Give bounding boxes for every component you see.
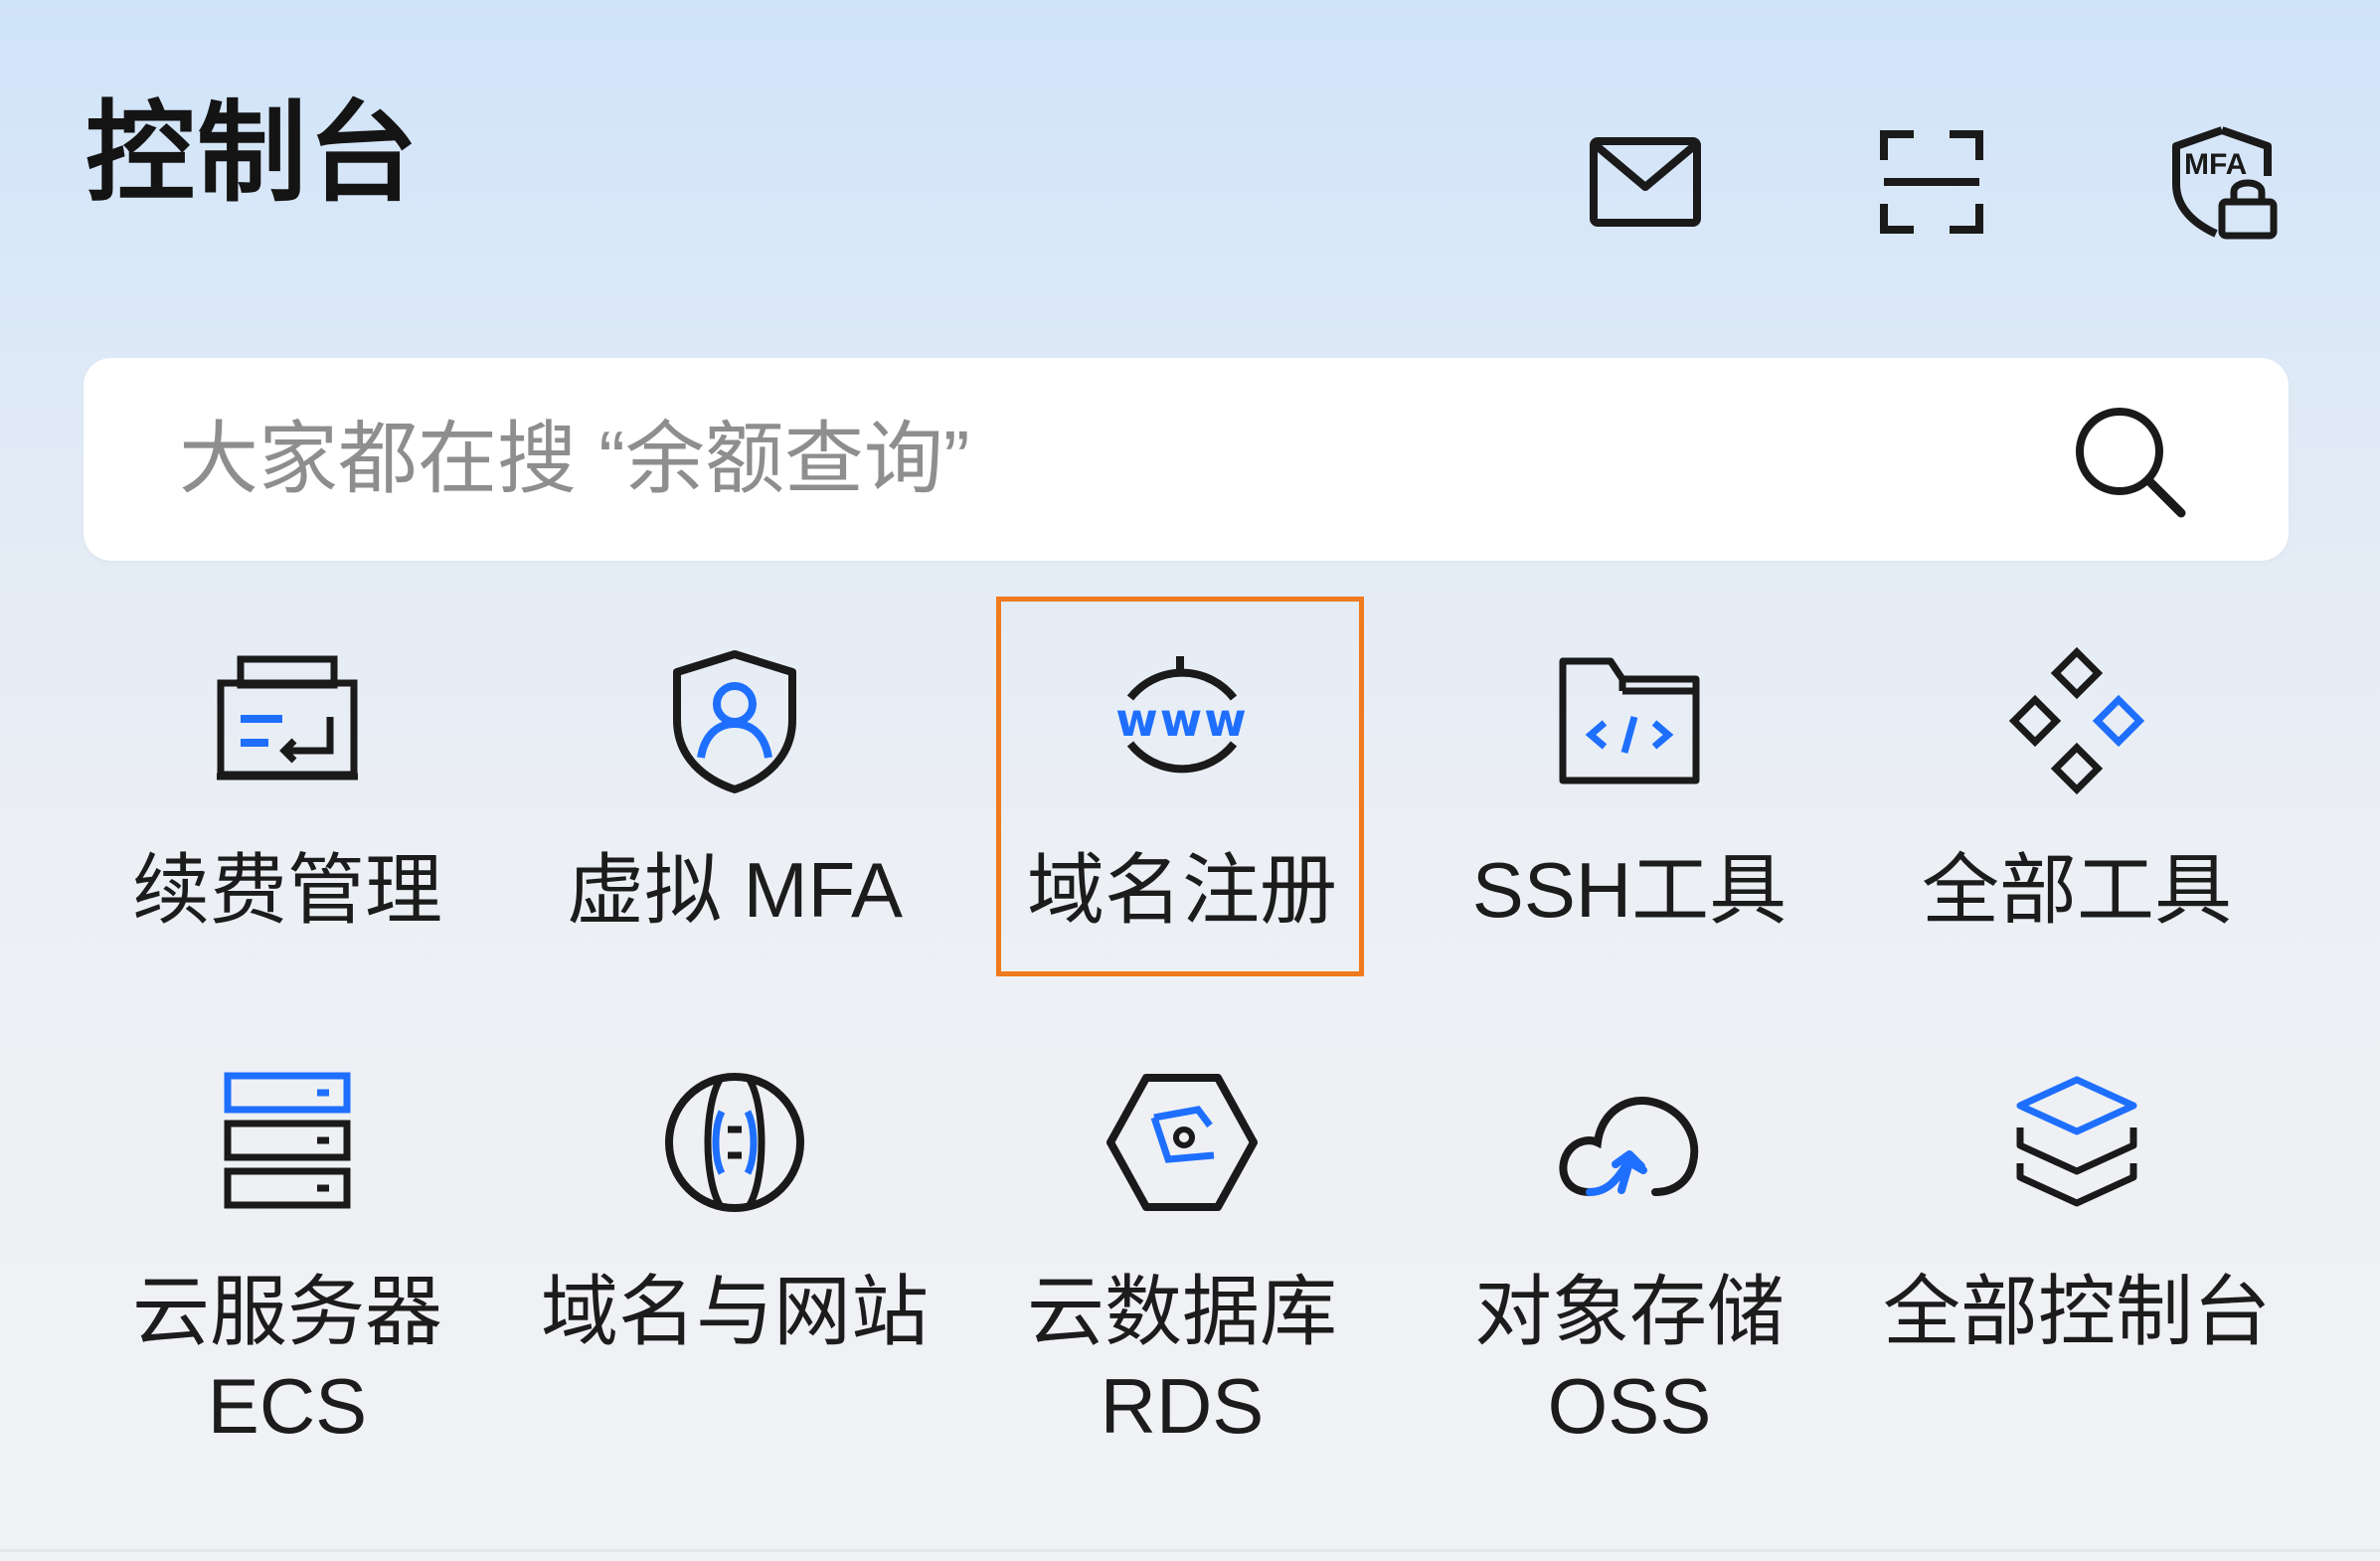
page-title: 控制台 xyxy=(85,92,420,215)
tool-label: 续费管理 xyxy=(131,846,442,934)
search-input[interactable]: 大家都在搜 “余额查询” xyxy=(179,416,970,503)
search-icon[interactable] xyxy=(2070,402,2189,521)
search-bar[interactable]: 大家都在搜 “余额查询” xyxy=(84,358,2289,561)
tool-renewal[interactable]: 续费管理 xyxy=(64,636,511,938)
rds-database-icon xyxy=(1098,1058,1267,1227)
tool-all-console[interactable]: 全部控制台 xyxy=(1853,1058,2300,1359)
domain-website-icon xyxy=(650,1058,819,1227)
tool-label: 云服务器 ECS xyxy=(131,1268,442,1451)
tool-label: SSH工具 xyxy=(1471,846,1787,934)
tool-domain-website[interactable]: 域名与网站 xyxy=(511,1058,958,1359)
tool-virtual-mfa[interactable]: 虚拟 MFA xyxy=(511,636,958,938)
tool-label: 虚拟 MFA xyxy=(566,846,903,934)
tool-label: 对象存储 OSS xyxy=(1473,1268,1785,1451)
mfa-lock-icon[interactable]: MFA xyxy=(2155,117,2285,247)
tool-label: 全部控制台 xyxy=(1882,1268,2271,1355)
tool-rds[interactable]: 云数据库 RDS xyxy=(958,1058,1406,1454)
tool-all-tools[interactable]: 全部工具 xyxy=(1853,636,2300,938)
bottom-divider xyxy=(0,1549,2380,1552)
tool-label: 全部工具 xyxy=(1921,846,2232,934)
all-tools-icon xyxy=(1992,636,2161,805)
oss-cloud-icon xyxy=(1545,1058,1714,1227)
tool-ecs[interactable]: 云服务器 ECS xyxy=(64,1058,511,1454)
scan-icon[interactable] xyxy=(1867,117,1996,247)
mfa-badge-text: MFA xyxy=(2184,148,2247,181)
mail-icon[interactable] xyxy=(1581,117,1710,247)
renewal-icon xyxy=(203,636,372,805)
ssh-folder-icon xyxy=(1545,636,1714,805)
all-console-layers-icon xyxy=(1992,1058,2161,1227)
virtual-mfa-shield-icon xyxy=(650,636,819,805)
tool-ssh[interactable]: SSH工具 xyxy=(1406,636,1853,938)
highlight-box xyxy=(996,597,1364,976)
tool-label: 云数据库 RDS xyxy=(1026,1268,1337,1451)
tool-oss[interactable]: 对象存储 OSS xyxy=(1406,1058,1853,1454)
ecs-server-icon xyxy=(203,1058,372,1227)
header: 控制台 MFA xyxy=(0,0,2380,328)
tool-label: 域名与网站 xyxy=(540,1268,929,1355)
